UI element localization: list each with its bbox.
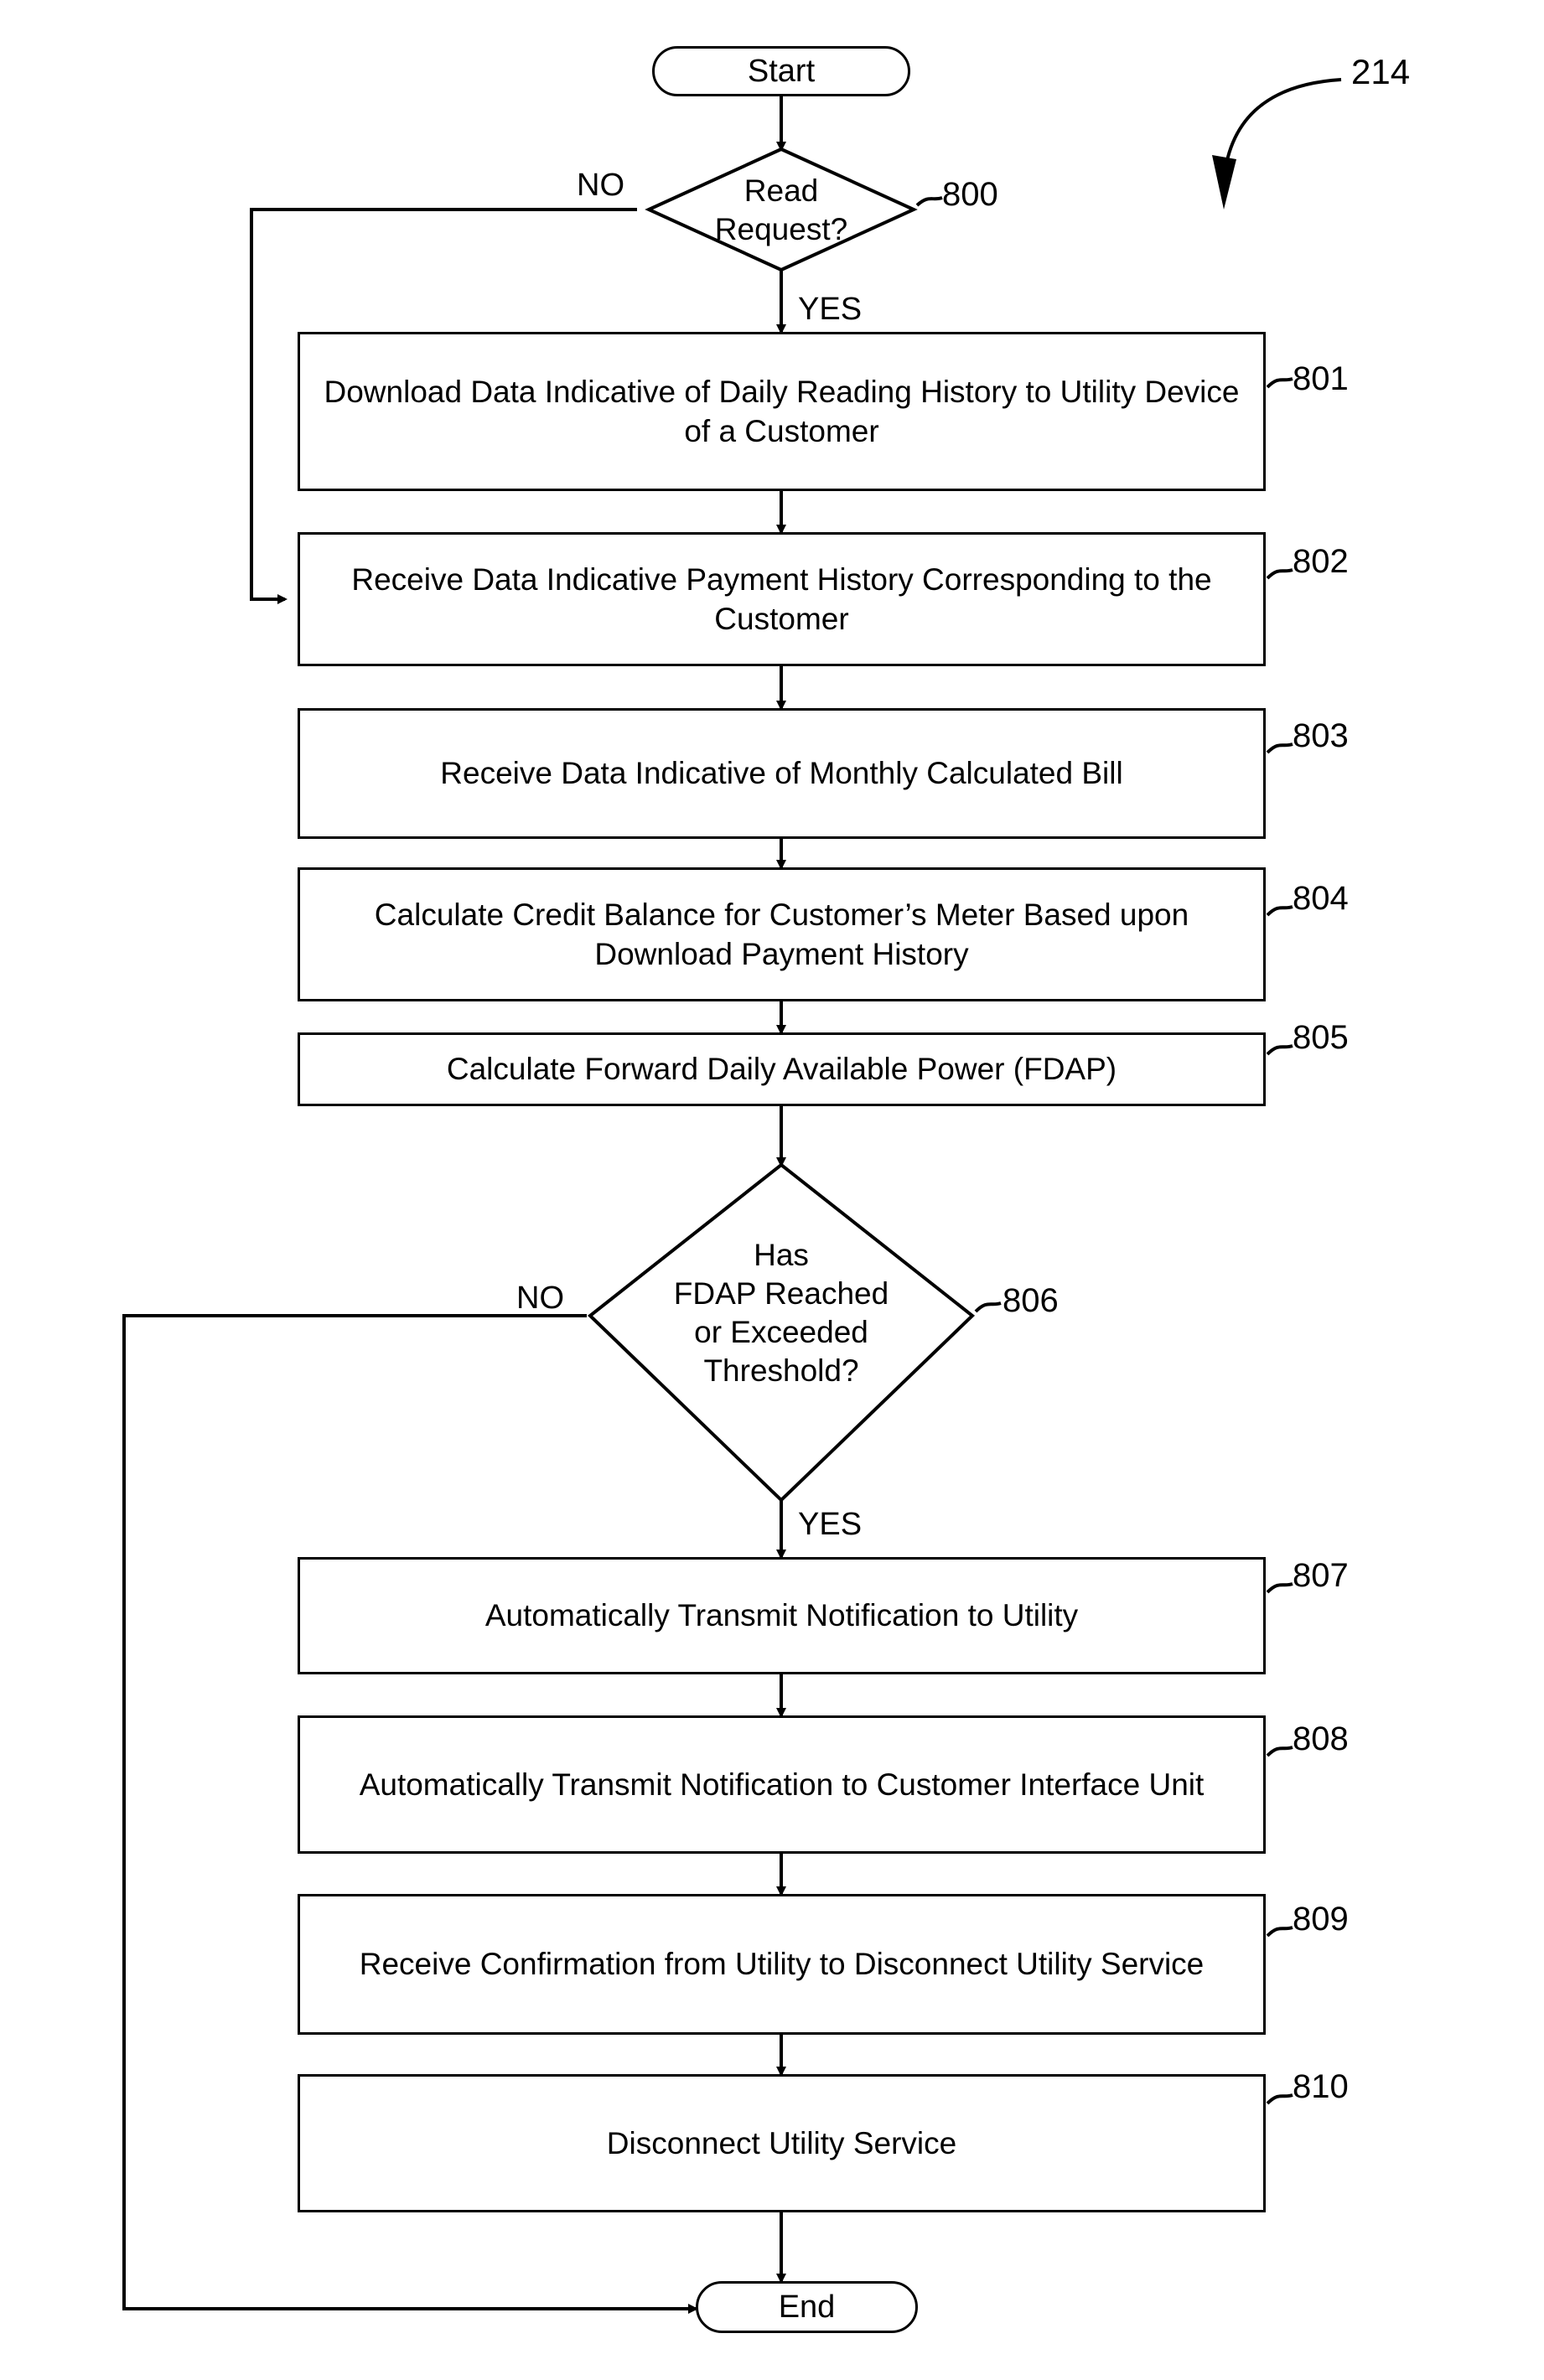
edge-label-read-request-yes: YES (798, 292, 863, 327)
tag-805: 805 (1293, 1019, 1349, 1056)
tag-802: 802 (1293, 543, 1349, 580)
node-step-804-label: Calculate Credit Balance for Customer’s … (374, 897, 1189, 971)
tag-809: 809 (1293, 1901, 1349, 1938)
edge-label-fdap-no: NO (516, 1281, 564, 1316)
node-step-809: Receive Confirmation from Utility to Dis… (298, 1894, 1266, 2035)
node-step-807-label: Automatically Transmit Notification to U… (484, 1598, 1079, 1633)
node-step-803-label: Receive Data Indicative of Monthly Calcu… (440, 756, 1123, 791)
tag-808: 808 (1293, 1720, 1349, 1757)
node-end-label: End (778, 2289, 836, 2325)
node-step-808-label: Automatically Transmit Notification to C… (359, 1767, 1205, 1802)
figure-number: 214 (1351, 52, 1411, 91)
edge-label-read-request-no: NO (577, 168, 624, 203)
node-step-804: Calculate Credit Balance for Customer’s … (298, 867, 1266, 1001)
node-step-810: Disconnect Utility Service (298, 2074, 1266, 2212)
tag-806: 806 (1003, 1282, 1059, 1319)
node-step-805-label: Calculate Forward Daily Available Power … (446, 1052, 1117, 1087)
tag-807: 807 (1293, 1557, 1349, 1594)
node-step-803: Receive Data Indicative of Monthly Calcu… (298, 708, 1266, 839)
edge-label-fdap-yes: YES (798, 1507, 863, 1542)
tag-803: 803 (1293, 717, 1349, 754)
tag-801: 801 (1293, 360, 1349, 397)
node-start: Start (652, 46, 910, 96)
node-decision-fdap-label: Has FDAP Reached or Exceeded Threshold? (673, 1238, 889, 1388)
node-decision-read-request-label: Read Request? (714, 173, 848, 246)
tag-800: 800 (942, 176, 998, 213)
node-step-802-label: Receive Data Indicative Payment History … (351, 561, 1212, 636)
node-step-805: Calculate Forward Daily Available Power … (298, 1032, 1266, 1106)
tag-804: 804 (1293, 880, 1349, 917)
node-step-801: Download Data Indicative of Daily Readin… (298, 332, 1266, 491)
node-step-808: Automatically Transmit Notification to C… (298, 1715, 1266, 1854)
node-end: End (696, 2281, 918, 2333)
node-step-810-label: Disconnect Utility Service (606, 2125, 957, 2160)
node-step-802: Receive Data Indicative Payment History … (298, 532, 1266, 666)
node-step-809-label: Receive Confirmation from Utility to Dis… (359, 1947, 1205, 1982)
node-start-label: Start (747, 53, 816, 89)
node-step-807: Automatically Transmit Notification to U… (298, 1557, 1266, 1674)
flowchart-canvas: 214 Start Read Request? 800 NO YES Downl… (0, 0, 1544, 2380)
node-step-801-label: Download Data Indicative of Daily Readin… (324, 374, 1240, 448)
tag-810: 810 (1293, 2068, 1349, 2105)
